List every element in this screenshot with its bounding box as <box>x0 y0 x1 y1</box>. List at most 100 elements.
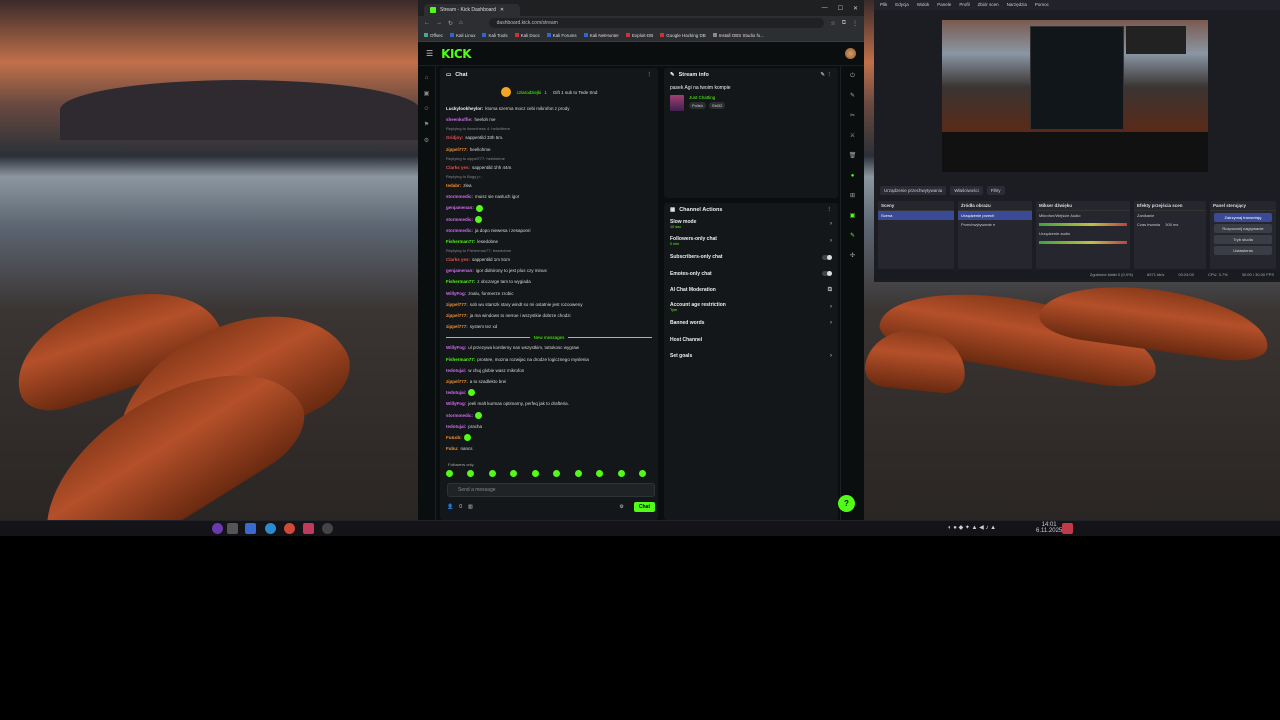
obs-tab[interactable]: Właściwości <box>950 186 983 195</box>
transition-select[interactable]: Zanikanie <box>1134 211 1206 220</box>
toggle-switch[interactable] <box>822 271 832 277</box>
address-bar[interactable]: dashboard.kick.com/stream <box>488 18 825 28</box>
channel-action-item[interactable]: Set goals › <box>664 348 838 365</box>
stop-stream-button[interactable]: Zatrzymaj transmisję <box>1214 213 1272 222</box>
obs-menu-item[interactable]: Narzędzia <box>1007 2 1027 8</box>
forward-icon[interactable]: → <box>436 20 442 26</box>
clock[interactable]: 14:01 6.11.2025 <box>1036 522 1062 534</box>
info-dock-icon[interactable]: ▣ <box>841 206 864 226</box>
scene-item[interactable]: Scena <box>878 211 954 220</box>
chevron-right-icon[interactable]: › <box>830 353 832 359</box>
emote-icon[interactable] <box>467 470 475 477</box>
help-fab-icon[interactable]: ? <box>838 495 855 512</box>
chat-username[interactable]: genjamenan: <box>446 205 474 210</box>
chevron-right-icon[interactable]: › <box>830 304 832 310</box>
chat-username[interactable]: Fisherman77: <box>446 357 475 362</box>
chat-username[interactable]: genjamenan: <box>446 268 474 273</box>
source-item[interactable]: Urządzenie przech <box>958 211 1032 220</box>
chevron-right-icon[interactable]: › <box>830 320 832 326</box>
studio-mode-button[interactable]: Tryb studia <box>1214 235 1272 244</box>
community-icon[interactable]: ☺ <box>418 106 435 112</box>
chat-username[interactable]: Clarks yes: <box>446 165 470 170</box>
chat-username[interactable]: tedabr: <box>446 183 461 188</box>
start-recording-button[interactable]: Rozpocznij nagrywanie <box>1214 224 1272 233</box>
chat-username[interactable]: sheenkoffie: <box>446 117 473 122</box>
chrome-icon[interactable] <box>284 523 295 534</box>
emote-icon[interactable] <box>531 470 539 477</box>
reload-icon[interactable]: ↻ <box>448 20 453 27</box>
source-item[interactable]: Przechwytywanie e <box>958 220 1032 229</box>
chat-username[interactable]: WillyFog: <box>446 291 466 296</box>
channel-action-item[interactable]: AI Chat Moderation ⧉ <box>664 282 838 299</box>
kick-logo[interactable]: KICK <box>441 47 471 61</box>
channel-action-item[interactable]: Subscribers-only chat <box>664 249 838 266</box>
settings-icon[interactable]: ⚙ <box>619 504 623 510</box>
browser-icon[interactable] <box>265 523 276 534</box>
channel-action-item[interactable]: Slow mode 10 sec › <box>664 216 838 233</box>
chat-username[interactable]: tedotujai: <box>446 424 466 429</box>
obs-menu-item[interactable]: Pomoc <box>1035 2 1049 8</box>
obs-menu-item[interactable]: Edycja <box>895 2 909 8</box>
trash-icon[interactable]: 🗑 <box>841 146 864 166</box>
category-name[interactable]: Just Chatting <box>689 95 725 100</box>
chat-username[interactable]: Clarks yes: <box>446 257 470 262</box>
browser-menu-icon[interactable]: ⋮ <box>852 20 858 27</box>
extensions-icon[interactable]: ⧉ <box>842 20 846 27</box>
chat-username[interactable]: Fisherman77: <box>446 239 475 244</box>
chat-username[interactable]: zippel777: <box>446 313 468 318</box>
emote-icon[interactable] <box>446 470 453 477</box>
home-icon[interactable]: ⌂ <box>459 20 463 26</box>
chat-username[interactable]: zippel777: <box>446 324 468 329</box>
emote-icon[interactable] <box>617 470 625 477</box>
edit-icon[interactable]: ✎ ⋮ <box>820 72 832 78</box>
bookmark-item[interactable]: Exploit-DB <box>625 33 653 38</box>
chat-username[interactable]: Luckylookheylor: <box>446 106 483 111</box>
chat-username[interactable]: stormmedic: <box>446 228 473 233</box>
chat-username[interactable]: Fisherman77: <box>446 279 475 284</box>
external-link-icon[interactable]: ⧉ <box>828 287 832 294</box>
channel-action-item[interactable]: Account age restriction Tym › <box>664 299 838 316</box>
window-close-icon[interactable]: ✕ <box>853 5 858 12</box>
window-maximize-icon[interactable]: ☐ <box>838 5 843 12</box>
window-minimize-icon[interactable]: — <box>822 5 828 11</box>
obs-tab[interactable]: Urządzenie przechwytywania <box>880 186 947 195</box>
obs-menu-item[interactable]: Profil <box>959 2 969 8</box>
more-icon[interactable]: ⋮ <box>827 207 833 213</box>
obs-menu-item[interactable]: Zbiór scen <box>978 2 999 8</box>
channel-action-item[interactable]: Host Channel <box>664 332 838 349</box>
chat-username[interactable]: stormmedic: <box>446 413 473 418</box>
chat-username[interactable]: stormmedic: <box>446 194 473 199</box>
channel-action-item[interactable]: Banned words › <box>664 315 838 332</box>
more-icon[interactable]: ⋮ <box>647 72 653 78</box>
home-icon[interactable]: ⌂ <box>418 75 435 81</box>
channel-action-item[interactable]: Emotes-only chat <box>664 266 838 283</box>
emote-icon[interactable] <box>553 470 561 477</box>
chevron-right-icon[interactable]: › <box>830 221 832 227</box>
moderator-icon[interactable]: ⚔ <box>841 126 864 146</box>
bookmark-item[interactable]: Kali NetHunter <box>583 33 619 38</box>
bookmark-star-icon[interactable]: ☆ <box>830 20 835 27</box>
chat-username[interactable]: WillyFog: <box>446 345 466 350</box>
emote-icon[interactable] <box>510 470 518 477</box>
chat-username[interactable]: stormmedic: <box>446 217 473 222</box>
settings-icon[interactable]: ⚙ <box>418 137 435 144</box>
obs-tab[interactable]: Filtry <box>986 186 1005 195</box>
chat-username[interactable]: zippel777: <box>446 302 468 307</box>
duration-value[interactable]: 300 ms <box>1165 222 1178 227</box>
channel-action-item[interactable]: Followers-only chat 0 min › <box>664 233 838 250</box>
bookmark-item[interactable]: Google Hacking DB <box>660 33 706 38</box>
system-tray-icons[interactable]: ◐ ● ◆ ✦ ▲ ◀ ♪ ▲ <box>948 524 996 531</box>
settings-button[interactable]: Ustawienia <box>1214 246 1272 255</box>
chat-input[interactable]: Send a message <box>447 483 655 497</box>
chat-username[interactable]: Gridjoy: <box>446 135 463 140</box>
bookmark-item[interactable]: Kali Docs <box>514 33 540 38</box>
actions-dock-icon[interactable]: ✎ <box>841 226 864 246</box>
layout-icon[interactable]: ⊞ <box>841 186 864 206</box>
obs-icon[interactable] <box>322 523 333 534</box>
bookmark-item[interactable]: Kali Tools <box>482 33 508 38</box>
terminal-icon[interactable] <box>227 523 238 534</box>
bookmark-item[interactable]: Kali Linux <box>449 33 475 38</box>
app-icon[interactable] <box>303 523 314 534</box>
browser-tab[interactable]: Stream - Kick Dashboard ✕ <box>424 3 520 16</box>
chat-dock-icon[interactable]: ● <box>841 166 864 186</box>
